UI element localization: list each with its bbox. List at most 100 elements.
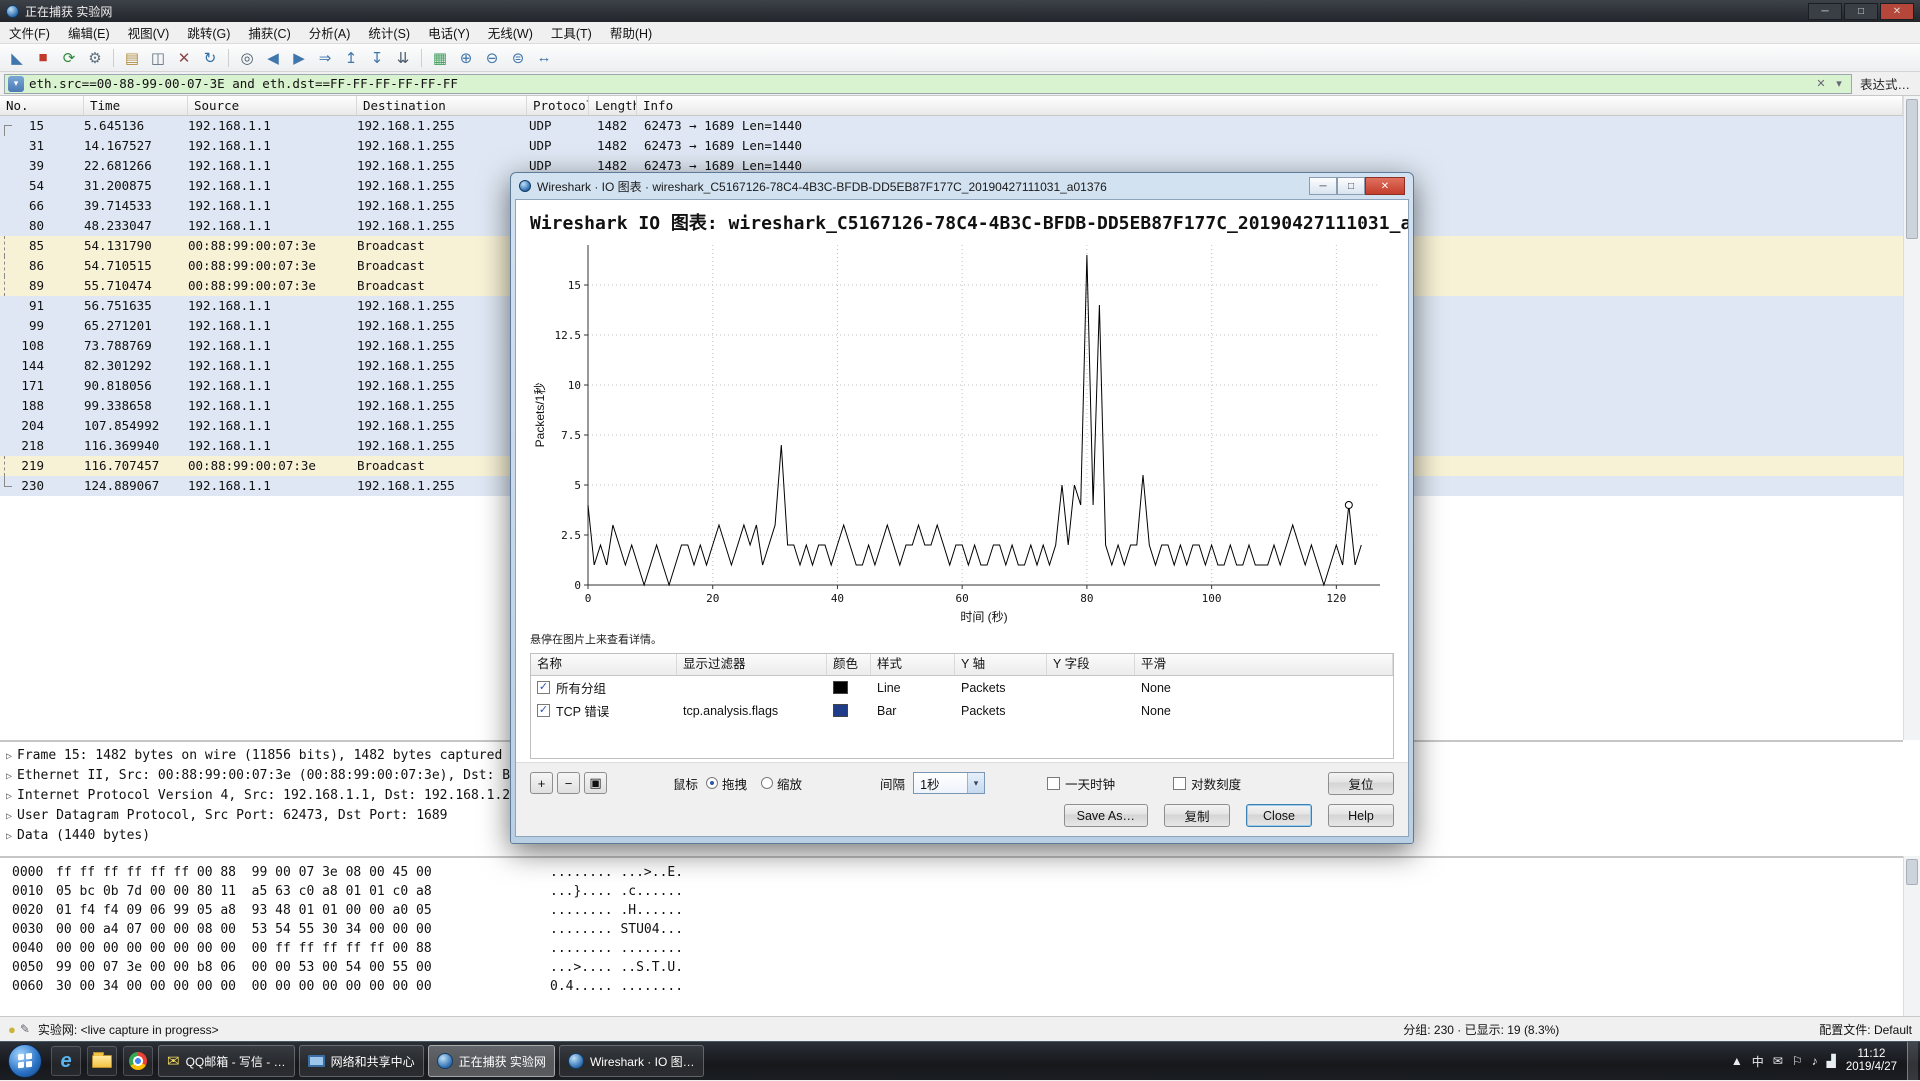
graph-column-header[interactable]: 颜色	[827, 654, 871, 675]
capture-comment-icon[interactable]: ✎	[20, 1022, 30, 1036]
column-header[interactable]: Destination	[357, 96, 527, 115]
ime-indicator-icon[interactable]: 中	[1752, 1053, 1764, 1070]
action-center-flag-icon[interactable]: ⚐	[1792, 1054, 1803, 1068]
menu-item[interactable]: 统计(S)	[359, 22, 419, 43]
expand-arrow-icon[interactable]: ▷	[6, 771, 12, 782]
filter-clear-icon[interactable]: ✕	[1812, 77, 1830, 90]
taskbar-button[interactable]: ✉QQ邮箱 - 写信 - …	[158, 1045, 295, 1077]
expand-arrow-icon[interactable]: ▷	[6, 791, 12, 802]
menu-item[interactable]: 无线(W)	[479, 22, 542, 43]
taskbar-button[interactable]: 网络和共享中心	[299, 1045, 424, 1077]
graph-column-header[interactable]: 显示过滤器	[677, 654, 827, 675]
close-file-icon[interactable]: ✕	[172, 47, 196, 69]
zoom-out-icon[interactable]: ⊖	[480, 47, 504, 69]
mouse-zoom-label[interactable]: 缩放	[777, 774, 802, 793]
packet-row[interactable]: 3114.167527192.168.1.1192.168.1.255UDP14…	[0, 136, 1903, 156]
zoom-in-icon[interactable]: ⊕	[454, 47, 478, 69]
find-packet-icon[interactable]: ◎	[235, 47, 259, 69]
graph-column-header[interactable]: 样式	[871, 654, 955, 675]
start-button[interactable]	[8, 1044, 42, 1078]
filter-bookmark-icon[interactable]: ▾	[8, 76, 24, 92]
save-file-icon[interactable]: ◫	[146, 47, 170, 69]
packet-list-scrollbar[interactable]	[1903, 96, 1920, 740]
dialog-close-button[interactable]: ✕	[1365, 177, 1405, 195]
menu-item[interactable]: 编辑(E)	[59, 22, 119, 43]
column-header[interactable]: Info	[637, 96, 1903, 115]
time-of-day-label[interactable]: 一天时钟	[1065, 774, 1115, 793]
hex-row[interactable]: 002001 f4 f4 09 06 99 05 a8 93 48 01 01 …	[0, 901, 1903, 920]
menu-item[interactable]: 跳转(G)	[178, 22, 239, 43]
mouse-drag-radio[interactable]	[706, 777, 718, 789]
message-icon[interactable]: ✉	[1773, 1054, 1783, 1068]
taskbar-button[interactable]: 正在捕获 实验网	[428, 1045, 555, 1077]
network-signal-icon[interactable]: ▟	[1827, 1054, 1836, 1068]
zoom-original-icon[interactable]: ⊜	[506, 47, 530, 69]
reset-button[interactable]: 复位	[1328, 772, 1394, 795]
column-header[interactable]: No.	[0, 96, 84, 115]
hex-scrollbar[interactable]	[1903, 856, 1920, 1016]
menu-item[interactable]: 帮助(H)	[601, 22, 661, 43]
hidden-icons-icon[interactable]: ▲	[1731, 1054, 1743, 1068]
show-desktop-button[interactable]	[1907, 1042, 1918, 1081]
column-header[interactable]: Length	[589, 96, 637, 115]
restart-capture-icon[interactable]: ⟳	[57, 47, 81, 69]
column-header[interactable]: Source	[188, 96, 357, 115]
chrome-icon[interactable]	[123, 1046, 153, 1076]
graph-row[interactable]: ✓所有分组LinePacketsNone	[531, 676, 1393, 699]
menu-item[interactable]: 捕获(C)	[239, 22, 299, 43]
column-header[interactable]: Protocol	[527, 96, 589, 115]
dialog-minimize-button[interactable]: ─	[1309, 177, 1337, 195]
menu-item[interactable]: 分析(A)	[300, 22, 360, 43]
menu-item[interactable]: 电话(Y)	[419, 22, 479, 43]
close-dialog-button[interactable]: Close	[1246, 804, 1312, 827]
taskbar-clock[interactable]: 11:12 2019/4/27	[1846, 1048, 1897, 1074]
profile-text[interactable]: 配置文件: Default	[1819, 1021, 1912, 1038]
close-button[interactable]: ✕	[1880, 3, 1914, 20]
expression-button[interactable]: 表达式…	[1860, 74, 1910, 93]
graph-row[interactable]: ✓TCP 错误tcp.analysis.flagsBarPacketsNone	[531, 699, 1393, 722]
time-of-day-checkbox[interactable]	[1047, 777, 1060, 790]
graph-column-header[interactable]: 平滑	[1135, 654, 1393, 675]
io-graph-plot[interactable]: 02040608010012002.557.51012.515时间 (秒)Pac…	[530, 237, 1396, 629]
expand-arrow-icon[interactable]: ▷	[6, 811, 12, 822]
reload-icon[interactable]: ↻	[198, 47, 222, 69]
go-last-icon[interactable]: ↧	[365, 47, 389, 69]
go-back-icon[interactable]: ◀	[261, 47, 285, 69]
stop-capture-icon[interactable]: ■	[31, 47, 55, 69]
scrollbar-thumb[interactable]	[1906, 859, 1918, 885]
graph-enabled-checkbox[interactable]: ✓	[537, 681, 550, 694]
colorize-icon[interactable]: ▦	[428, 47, 452, 69]
graph-column-header[interactable]: Y 轴	[955, 654, 1047, 675]
maximize-button[interactable]: □	[1844, 3, 1878, 20]
graph-column-header[interactable]: Y 字段	[1047, 654, 1135, 675]
resize-columns-icon[interactable]: ↔	[532, 47, 556, 69]
remove-graph-button[interactable]: −	[557, 772, 580, 794]
minimize-button[interactable]: ─	[1808, 3, 1842, 20]
dialog-maximize-button[interactable]: □	[1337, 177, 1365, 195]
menu-item[interactable]: 工具(T)	[542, 22, 601, 43]
packet-row[interactable]: 155.645136192.168.1.1192.168.1.255UDP148…	[0, 116, 1903, 136]
graph-enabled-checkbox[interactable]: ✓	[537, 704, 550, 717]
window-titlebar[interactable]: 正在捕获 实验网 ─ □ ✕	[0, 0, 1920, 22]
log-scale-checkbox[interactable]	[1173, 777, 1186, 790]
expand-arrow-icon[interactable]: ▷	[6, 831, 12, 842]
duplicate-graph-button[interactable]: ▣	[584, 772, 607, 794]
add-graph-button[interactable]: +	[530, 772, 553, 794]
expand-arrow-icon[interactable]: ▷	[6, 751, 12, 762]
menu-item[interactable]: 文件(F)	[0, 22, 59, 43]
auto-scroll-icon[interactable]: ⇊	[391, 47, 415, 69]
hex-row[interactable]: 0000ff ff ff ff ff ff 00 88 99 00 07 3e …	[0, 863, 1903, 882]
hex-row[interactable]: 006030 00 34 00 00 00 00 00 00 00 00 00 …	[0, 977, 1903, 996]
menu-item[interactable]: 视图(V)	[119, 22, 179, 43]
graph-column-header[interactable]: 名称	[531, 654, 677, 675]
mouse-zoom-radio[interactable]	[761, 777, 773, 789]
mouse-drag-label[interactable]: 拖拽	[722, 774, 747, 793]
hex-row[interactable]: 003000 00 a4 07 00 00 08 00 53 54 55 30 …	[0, 920, 1903, 939]
taskbar-button[interactable]: Wireshark · IO 图…	[559, 1045, 704, 1077]
help-button[interactable]: Help	[1328, 804, 1394, 827]
interval-select[interactable]: 1秒 ▾	[913, 772, 985, 794]
copy-button[interactable]: 复制	[1164, 804, 1230, 827]
hex-row[interactable]: 001005 bc 0b 7d 00 00 80 11 a5 63 c0 a8 …	[0, 882, 1903, 901]
scrollbar-thumb[interactable]	[1906, 99, 1918, 239]
expert-info-icon[interactable]: ●	[8, 1022, 16, 1037]
